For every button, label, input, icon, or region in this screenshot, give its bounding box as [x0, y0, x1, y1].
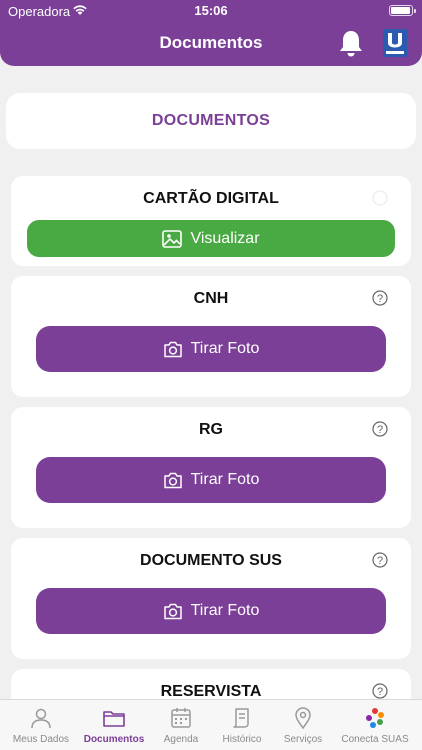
svg-text:?: ?: [377, 424, 383, 436]
tab-conecta-suas[interactable]: Conecta SUAS: [340, 700, 410, 750]
folder-icon: [103, 711, 125, 727]
tab-label: Documentos: [83, 734, 145, 745]
visualizar-button[interactable]: Visualizar: [27, 220, 395, 257]
svg-text:?: ?: [377, 686, 383, 698]
button-label: Tirar Foto: [190, 602, 260, 619]
help-icon[interactable]: ?: [372, 290, 388, 306]
svg-text:?: ?: [377, 293, 383, 305]
button-label: Tirar Foto: [190, 471, 260, 488]
clock: 15:06: [194, 3, 228, 18]
svg-text:?: ?: [377, 555, 383, 567]
person-icon: [31, 708, 51, 729]
help-icon[interactable]: ?: [372, 552, 388, 568]
help-icon[interactable]: ?: [372, 683, 388, 699]
card-title: CNH: [193, 290, 229, 307]
card-title: RG: [199, 421, 223, 438]
camera-icon: [163, 603, 182, 619]
tirar-foto-button[interactable]: Tirar Foto: [36, 457, 386, 503]
tab-label: Histórico: [222, 734, 262, 745]
tab-bar: Meus Dados Documentos Agenda Histórico S…: [0, 699, 422, 750]
button-label: Tirar Foto: [190, 340, 260, 357]
status-bar: Operadora 15:06: [0, 0, 422, 22]
help-icon[interactable]: [372, 190, 388, 206]
bell-icon[interactable]: [338, 29, 364, 57]
card-cartao-digital: CARTÃO DIGITAL Visualizar: [11, 176, 411, 266]
conecta-suas-logo-icon: [366, 708, 384, 728]
section-title: DOCUMENTOS: [151, 112, 271, 129]
image-icon: [162, 229, 183, 248]
tab-label: Serviços: [283, 734, 323, 745]
location-pin-icon: [295, 707, 311, 730]
camera-icon: [163, 472, 182, 488]
card-title: DOCUMENTO SUS: [140, 552, 282, 569]
tab-meus-dados[interactable]: Meus Dados: [6, 700, 76, 750]
section-header: DOCUMENTOS: [6, 93, 416, 149]
camera-icon: [163, 341, 182, 357]
tab-label: Agenda: [163, 734, 199, 745]
brand-logo-icon: [383, 29, 407, 57]
tab-documentos[interactable]: Documentos: [79, 700, 149, 750]
help-icon[interactable]: ?: [372, 421, 388, 437]
tirar-foto-button[interactable]: Tirar Foto: [36, 326, 386, 372]
card-rg: RG ? Tirar Foto: [11, 407, 411, 528]
tab-servicos[interactable]: Serviços: [268, 700, 338, 750]
tab-label: Conecta SUAS: [341, 734, 409, 745]
card-documento-sus: DOCUMENTO SUS ? Tirar Foto: [11, 538, 411, 659]
card-title: CARTÃO DIGITAL: [143, 190, 279, 207]
history-document-icon: [233, 708, 249, 728]
calendar-icon: [171, 708, 191, 728]
tab-agenda[interactable]: Agenda: [146, 700, 216, 750]
battery-icon: [389, 5, 416, 16]
button-label: Visualizar: [190, 229, 260, 247]
tirar-foto-button[interactable]: Tirar Foto: [36, 588, 386, 634]
tab-label: Meus Dados: [12, 734, 70, 745]
tab-historico[interactable]: Histórico: [207, 700, 277, 750]
card-cnh: CNH ? Tirar Foto: [11, 276, 411, 397]
